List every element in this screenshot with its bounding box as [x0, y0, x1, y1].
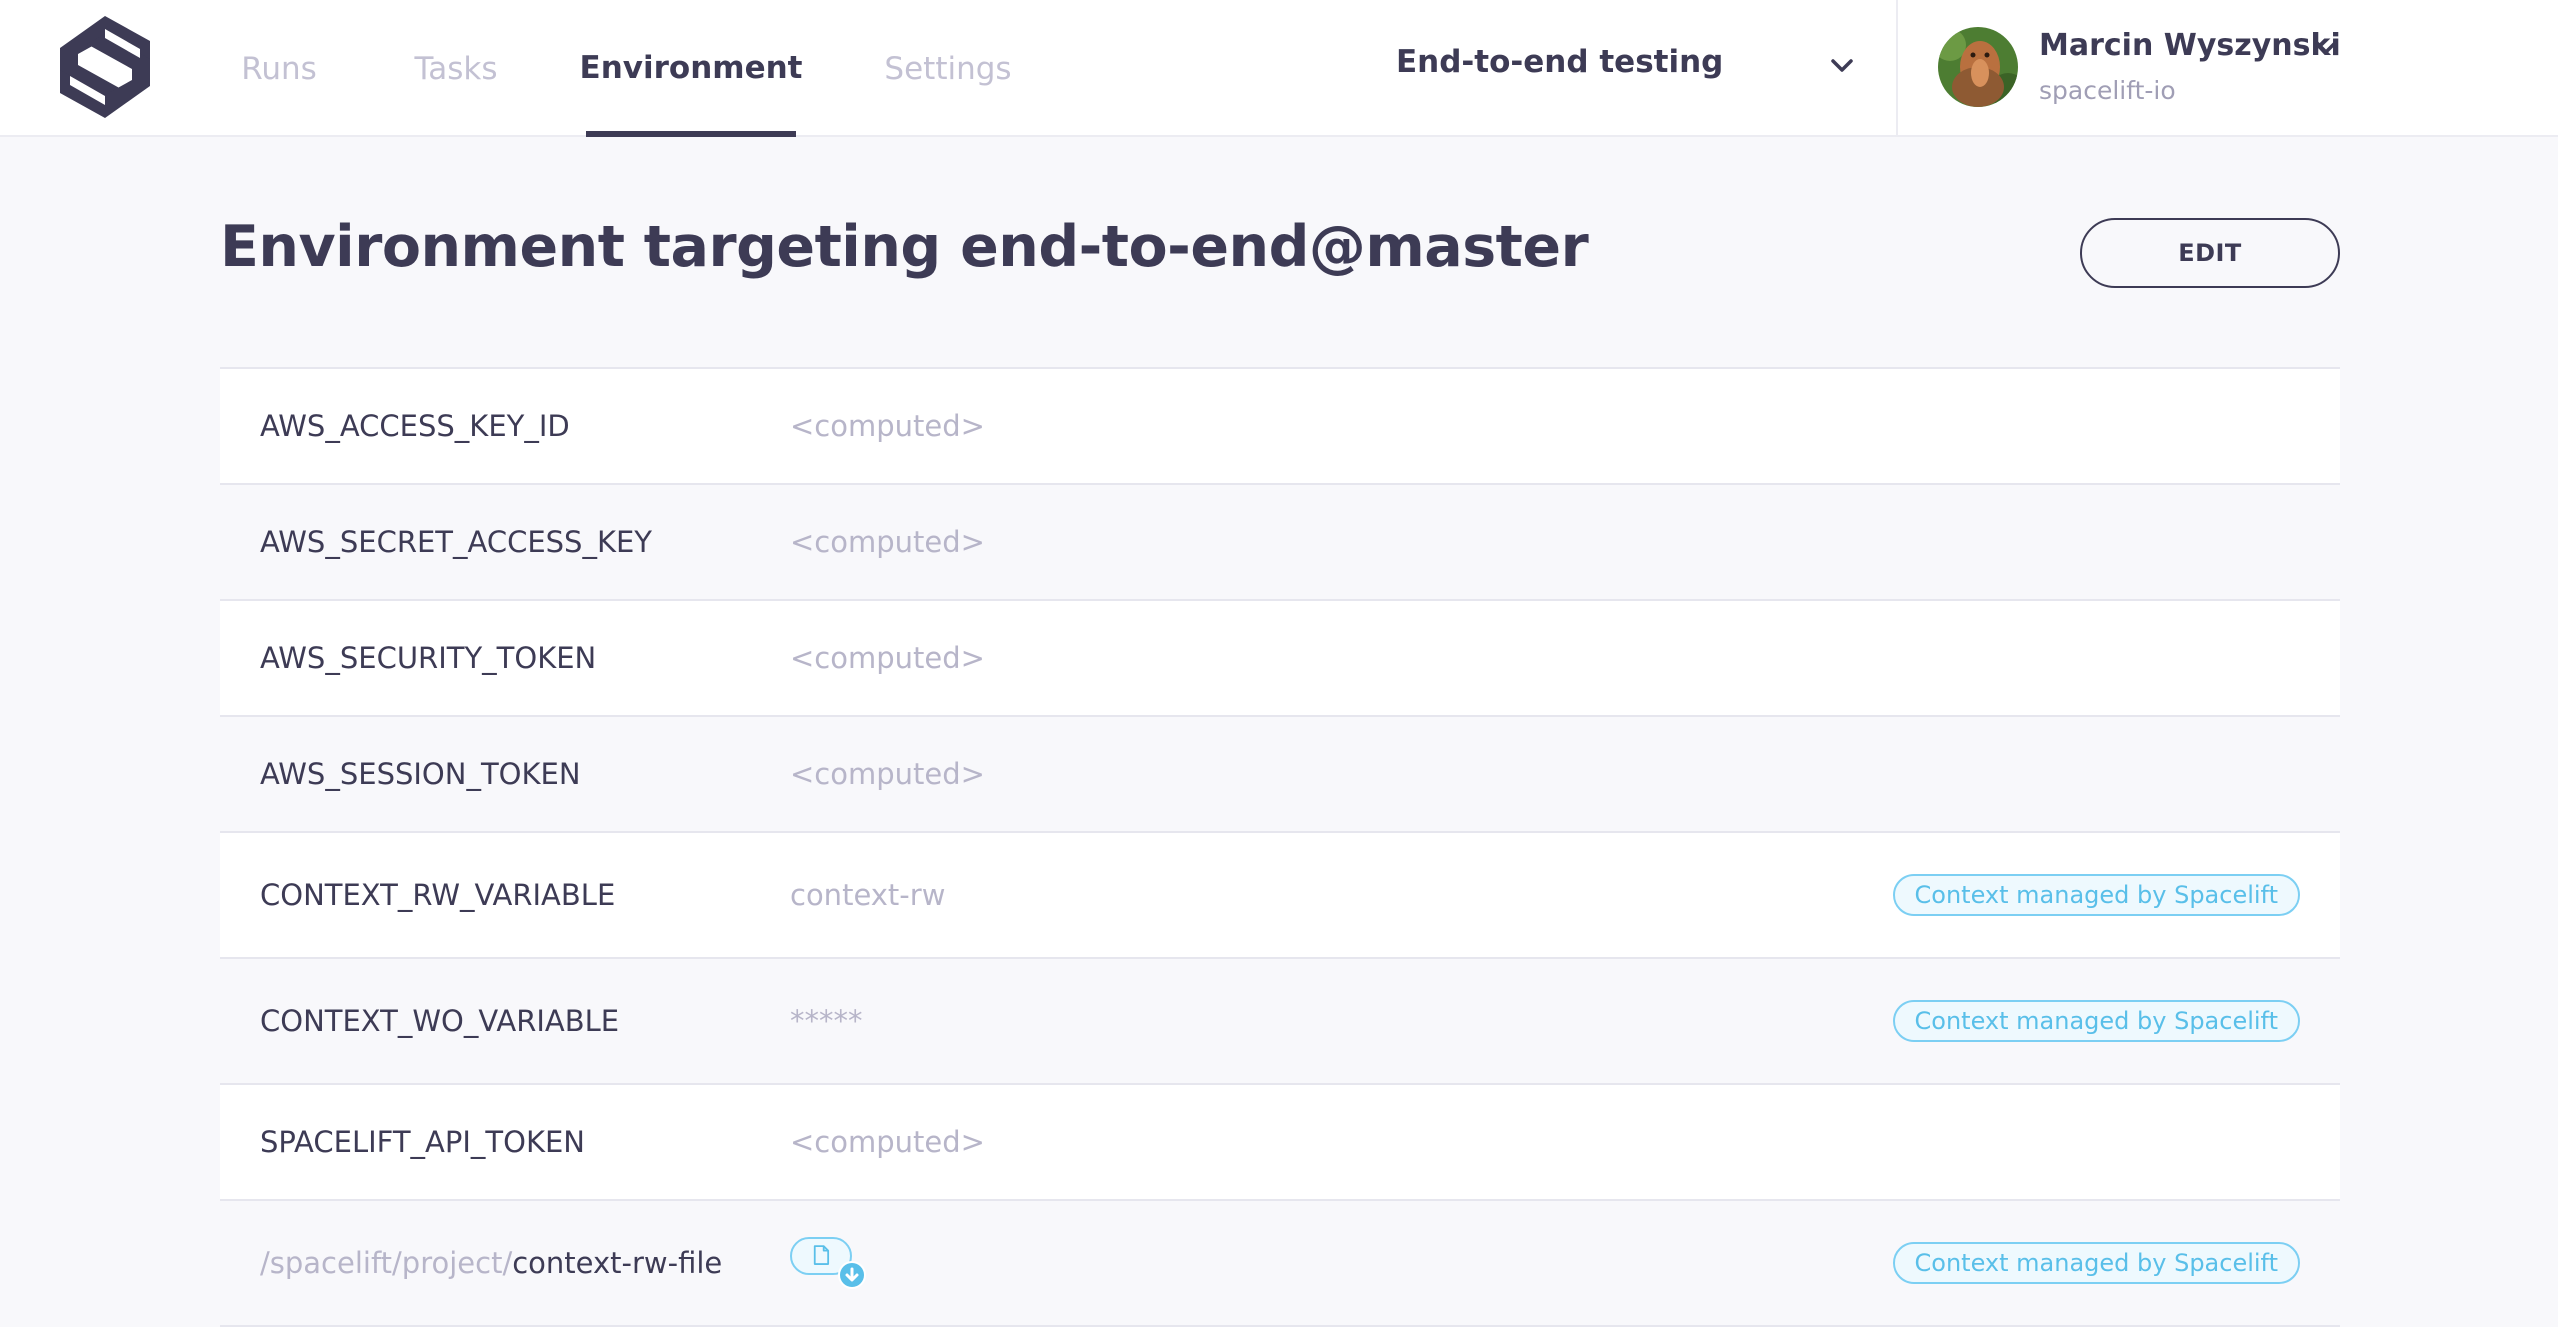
env-variable-value: <computed> — [790, 757, 985, 791]
env-row[interactable]: CONTEXT_WO_VARIABLE ***** Context manage… — [220, 959, 2340, 1085]
user-menu[interactable]: Marcin Wyszynski spacelift-io — [1930, 0, 2350, 135]
env-file-path: /spacelift/project/context-rw-file — [260, 1246, 722, 1280]
context-managed-badge: Context managed by Spacelift — [1892, 1242, 2300, 1284]
avatar-image — [1938, 27, 2018, 107]
env-variable-name: SPACELIFT_API_TOKEN — [260, 1125, 585, 1159]
env-row[interactable]: SPACELIFT_API_TOKEN <computed> — [220, 1085, 2340, 1201]
stack-selector[interactable]: End-to-end testing — [1370, 0, 1870, 135]
chevron-down-icon — [1831, 59, 1853, 72]
file-download-button[interactable] — [790, 1237, 870, 1289]
stack-selector-label: End-to-end testing — [1396, 44, 1724, 80]
top-navigation-bar: Runs Tasks Environment Settings End-to-e… — [0, 0, 2558, 137]
env-variable-name: AWS_SESSION_TOKEN — [260, 757, 581, 791]
environment-variable-list: AWS_ACCESS_KEY_ID <computed> AWS_SECRET_… — [220, 367, 2340, 1327]
env-variable-value: <computed> — [790, 409, 985, 443]
env-variable-name: CONTEXT_RW_VARIABLE — [260, 878, 616, 912]
env-variable-value: ***** — [790, 1004, 863, 1038]
env-file-name: context-rw-file — [512, 1246, 723, 1280]
env-variable-name: AWS_ACCESS_KEY_ID — [260, 409, 570, 443]
download-arrow-icon — [845, 1267, 859, 1282]
env-row[interactable]: AWS_SESSION_TOKEN <computed> — [220, 717, 2340, 833]
env-row[interactable]: AWS_SECRET_ACCESS_KEY <computed> — [220, 485, 2340, 601]
spacelift-logo[interactable] — [56, 12, 154, 122]
env-row[interactable]: CONTEXT_RW_VARIABLE context-rw Context m… — [220, 833, 2340, 959]
header-divider — [1896, 0, 1898, 135]
chevron-down-icon[interactable] — [2314, 40, 2338, 56]
user-organization: spacelift-io — [2039, 76, 2176, 105]
env-variable-value: <computed> — [790, 525, 985, 559]
env-variable-value: <computed> — [790, 1125, 985, 1159]
tab-runs[interactable]: Runs — [224, 0, 334, 137]
tab-tasks[interactable]: Tasks — [400, 0, 512, 137]
tab-settings[interactable]: Settings — [868, 0, 1028, 137]
page-title: Environment targeting end-to-end@master — [220, 214, 1589, 280]
context-managed-badge: Context managed by Spacelift — [1892, 1000, 2300, 1042]
avatar[interactable] — [1938, 27, 2018, 107]
download-icon — [838, 1261, 866, 1289]
env-row[interactable]: /spacelift/project/context-rw-file Conte… — [220, 1201, 2340, 1327]
env-file-path-prefix: /spacelift/project/ — [260, 1246, 513, 1280]
env-variable-value: context-rw — [790, 878, 946, 912]
env-variable-name: AWS_SECURITY_TOKEN — [260, 641, 597, 675]
edit-button[interactable]: EDIT — [2080, 218, 2340, 288]
env-row[interactable]: AWS_SECURITY_TOKEN <computed> — [220, 601, 2340, 717]
env-variable-name: CONTEXT_WO_VARIABLE — [260, 1004, 620, 1038]
env-variable-name: AWS_SECRET_ACCESS_KEY — [260, 525, 653, 559]
env-row[interactable]: AWS_ACCESS_KEY_ID <computed> — [220, 369, 2340, 485]
tab-environment[interactable]: Environment — [580, 0, 802, 137]
user-name: Marcin Wyszynski — [2039, 28, 2341, 63]
context-managed-badge: Context managed by Spacelift — [1892, 874, 2300, 916]
env-variable-value: <computed> — [790, 641, 985, 675]
